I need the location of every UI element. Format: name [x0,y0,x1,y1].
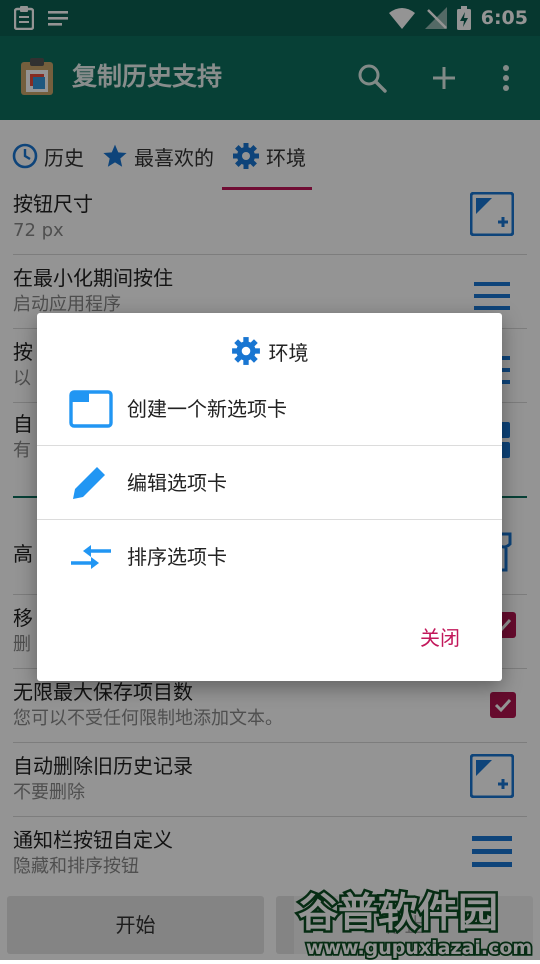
dialog-divider [37,519,502,520]
dialog-title: 环境 [37,335,502,367]
dialog-title-text: 环境 [268,340,309,365]
dialog-item-new-tab[interactable]: 创建一个新选项卡 [37,373,502,446]
gear-icon [231,337,260,365]
settings-dialog: 环境 创建一个新选项卡 编辑选项卡 排序选项卡 关闭 [37,313,502,681]
pencil-icon [73,464,108,499]
sort-icon [71,545,111,569]
dialog-divider [37,445,502,446]
dialog-item-label: 创建一个新选项卡 [127,397,287,421]
dialog-item-edit-tab[interactable]: 编辑选项卡 [37,447,502,520]
dialog-item-sort-tabs[interactable]: 排序选项卡 [37,521,502,594]
dialog-item-label: 排序选项卡 [127,545,227,569]
dialog-item-label: 编辑选项卡 [127,471,227,495]
tab-icon [69,390,113,428]
close-button[interactable]: 关闭 [420,623,460,653]
